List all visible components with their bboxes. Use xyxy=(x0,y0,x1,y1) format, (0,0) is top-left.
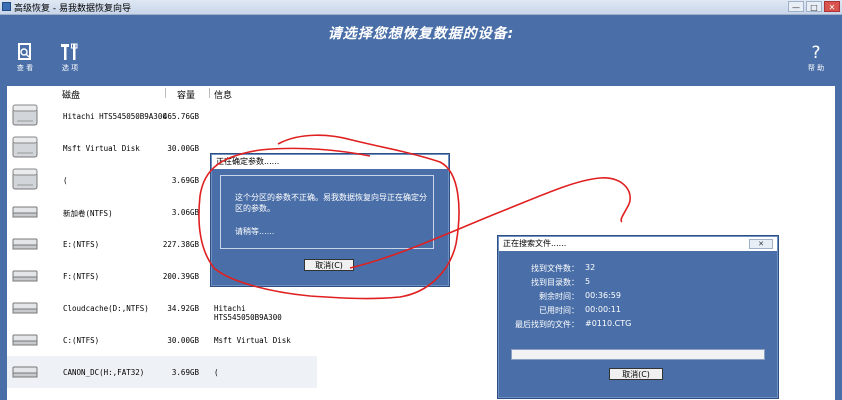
search-dialog-title: 正在搜索文件...... xyxy=(499,237,777,251)
disk-capacity: 30.00GB xyxy=(167,144,199,153)
dirs-found-value: 5 xyxy=(585,277,591,286)
help-tool[interactable]: ? 帮 助 xyxy=(800,43,832,73)
last-file-value: #0110.CTG xyxy=(585,319,632,328)
close-button[interactable]: ✕ xyxy=(824,1,840,12)
page-headline: 请选择您想恢复数据的设备: xyxy=(327,26,515,42)
remaining-time-value: 00:36:59 xyxy=(585,291,621,300)
elapsed-time-value: 00:00:11 xyxy=(585,305,621,314)
disk-row[interactable]: Hitachi HTS545050B9A300 465.76GB xyxy=(7,100,317,132)
disk-name: Msft Virtual Disk xyxy=(63,144,140,153)
window-title: 高级恢复 - 易我数据恢复向导 xyxy=(14,4,131,14)
title-bar: 高级恢复 - 易我数据恢复向导 — □ ✕ xyxy=(0,0,842,15)
partition-icon xyxy=(11,199,39,227)
disk-info: Msft Virtual Disk xyxy=(214,336,291,345)
disk-capacity: 3.06GB xyxy=(171,208,199,217)
hard-disk-icon xyxy=(11,135,39,163)
hard-disk-icon xyxy=(11,167,39,195)
disk-capacity: 227.38GB xyxy=(162,240,199,249)
disk-capacity: 3.69GB xyxy=(171,368,199,377)
partition-icon xyxy=(11,263,39,291)
partition-icon xyxy=(11,295,39,323)
search-cancel-button[interactable]: 取消(C) xyxy=(609,368,663,380)
search-dialog-close-button[interactable]: ✕ xyxy=(749,239,773,249)
options-tool[interactable]: 选 项 xyxy=(54,43,86,73)
remaining-time-label: 剩余时间： xyxy=(539,292,579,301)
maximize-button[interactable]: □ xyxy=(806,1,822,12)
help-label: 帮 助 xyxy=(807,64,825,72)
toolbar: 请选择您想恢复数据的设备: 查 看 选 项 ? 帮 助 xyxy=(0,15,842,85)
disk-name: 新加卷(NTFS) xyxy=(63,209,113,218)
disk-capacity: 200.39GB xyxy=(162,272,199,281)
partition-icon xyxy=(11,359,39,387)
disk-capacity: 34.92GB xyxy=(167,304,199,313)
disk-name: CANON_DC(H:,FAT32) xyxy=(63,368,145,377)
disk-row[interactable]: C:(NTFS) 30.00GB Msft Virtual Disk xyxy=(7,324,317,356)
disk-row[interactable]: CANON_DC(H:,FAT32) 3.69GB ( xyxy=(7,356,317,388)
minimize-button[interactable]: — xyxy=(788,1,804,12)
confirm-dialog-title: 正在确定参数...... xyxy=(212,155,448,169)
partition-icon xyxy=(11,231,39,259)
view-icon xyxy=(18,43,31,60)
disk-name: C:(NTFS) xyxy=(63,336,100,345)
view-tool[interactable]: 查 看 xyxy=(9,43,41,73)
confirm-params-dialog: 正在确定参数...... 这个分区的参数不正确。易我数据恢复向导正在确定分 区的… xyxy=(211,154,449,286)
disk-name: Cloudcache(D:,NTFS) xyxy=(63,304,149,313)
confirm-cancel-button[interactable]: 取消(C) xyxy=(304,259,354,271)
disk-info: Hitachi HTS545050B9A300 xyxy=(214,304,282,322)
files-found-label: 找到文件数： xyxy=(531,264,579,273)
disk-capacity: 30.00GB xyxy=(167,336,199,345)
search-progress-bar xyxy=(511,349,765,360)
disk-capacity: 465.76GB xyxy=(162,112,199,121)
elapsed-time-label: 已用时间： xyxy=(539,306,579,315)
disk-name: E:(NTFS) xyxy=(63,240,100,249)
disk-name: F:(NTFS) xyxy=(63,272,100,281)
view-label: 查 看 xyxy=(16,64,34,72)
confirm-message-line2: 区的参数。 xyxy=(235,204,275,213)
confirm-wait-text: 请稍等...... xyxy=(235,227,275,236)
dirs-found-label: 找到目录数： xyxy=(531,278,579,287)
svg-text:?: ? xyxy=(811,43,820,61)
disk-info: ( xyxy=(214,368,219,377)
files-found-value: 32 xyxy=(585,263,596,272)
disk-name: ( xyxy=(63,176,68,185)
app-icon xyxy=(2,2,11,11)
partition-icon xyxy=(11,327,39,355)
search-files-dialog: 正在搜索文件...... ✕ 找到文件数： 32 找到目录数： 5 剩余时间： … xyxy=(498,236,778,398)
disk-capacity: 3.69GB xyxy=(171,176,199,185)
confirm-message-line1: 这个分区的参数不正确。易我数据恢复向导正在确定分 xyxy=(235,193,427,202)
options-label: 选 项 xyxy=(61,64,79,72)
last-file-label: 最后找到的文件： xyxy=(515,320,579,329)
disk-row[interactable]: Cloudcache(D:,NTFS) 34.92GB Hitachi HTS545… xyxy=(7,292,317,324)
confirm-dialog-message-box: 这个分区的参数不正确。易我数据恢复向导正在确定分 区的参数。 请稍等...... xyxy=(220,175,434,249)
hard-disk-icon xyxy=(11,103,39,131)
help-icon: ? xyxy=(811,43,820,61)
tools-icon xyxy=(61,43,78,60)
